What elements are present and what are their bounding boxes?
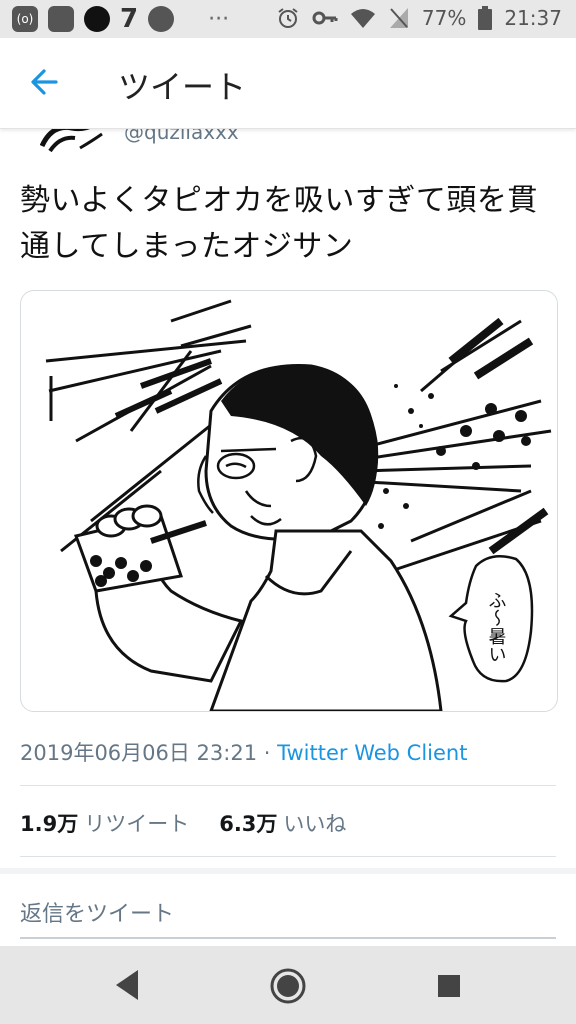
navigation-bar — [0, 946, 576, 1024]
like-label[interactable]: いいね — [283, 808, 346, 838]
app-icon — [48, 6, 74, 32]
home-nav-icon[interactable] — [268, 966, 308, 1006]
wifi-icon — [350, 9, 375, 28]
divider — [20, 785, 556, 786]
back-nav-icon[interactable] — [112, 968, 142, 1002]
like-count[interactable]: 6.3万 — [219, 808, 277, 838]
clock: 21:37 — [504, 6, 562, 30]
toolbar: ツイート — [0, 38, 576, 129]
divider — [20, 856, 556, 857]
tapioca-pearls — [378, 384, 531, 529]
tweet-text: 勢いよくタピオカを吸いすぎて頭を貫通してしまったオジサン — [20, 183, 538, 264]
dot-icon — [84, 6, 110, 32]
radio-icon: (o) — [12, 6, 38, 32]
retweet-count[interactable]: 1.9万 — [20, 808, 78, 838]
more-notifications-icon: ··· — [208, 6, 230, 32]
key-icon — [312, 11, 338, 25]
alarm-icon — [278, 8, 298, 28]
seven-icon: 7 — [120, 4, 139, 34]
baseball-icon — [148, 6, 175, 32]
manga-illustration: ふ～暑い — [45, 299, 552, 711]
retweet-label[interactable]: リツイート — [84, 808, 189, 838]
reply-underline — [20, 937, 556, 939]
status-bar: (o) 7 ··· 77% 21:37 — [0, 0, 576, 38]
section-separator — [0, 868, 576, 874]
battery-percent: 77% — [421, 6, 467, 30]
page-title: ツイート — [118, 68, 247, 106]
tweet-image[interactable]: ふ～暑い — [20, 290, 558, 712]
back-arrow-icon[interactable] — [26, 62, 66, 102]
tweet-date: 2019年06月06日 23:21 — [20, 741, 258, 765]
reply-input[interactable]: 返信をツイート — [20, 896, 174, 928]
meta-separator: · — [263, 741, 271, 765]
client-link[interactable]: Twitter Web Client — [277, 741, 467, 765]
speech-bubble-text: ふ～暑い — [486, 591, 507, 663]
battery-icon — [478, 6, 493, 30]
tweet-stats: 1.9万 リツイート 6.3万 いいね — [20, 808, 346, 838]
recents-nav-icon[interactable] — [436, 973, 462, 999]
no-signal-icon — [389, 8, 408, 28]
tweet-meta: 2019年06月06日 23:21 · Twitter Web Client — [20, 737, 467, 767]
